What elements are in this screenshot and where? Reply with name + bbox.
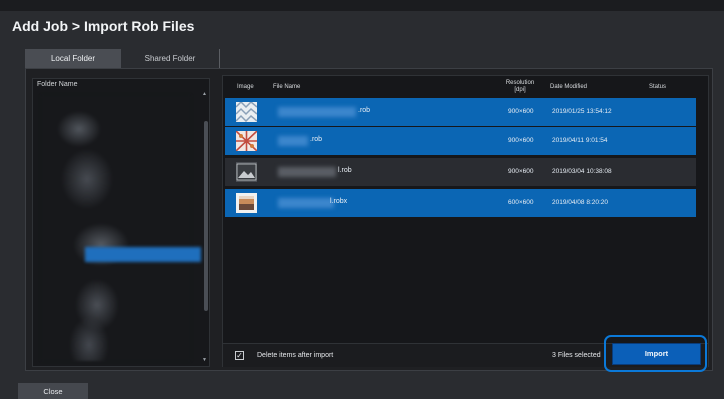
file-date-modified: 2019/01/25 13:54:12 [552, 108, 612, 115]
resolution-header-label: Resolution [505, 80, 535, 86]
file-row[interactable]: .rob 900×600 2019/01/25 13:54:12 [225, 98, 696, 126]
dialog-title: Add Job > Import Rob Files [12, 18, 195, 34]
landscape-thumbnail-icon [236, 162, 257, 182]
file-resolution: 900×600 [508, 137, 534, 144]
column-header-date-modified[interactable]: Date Modified [550, 76, 587, 98]
photo-thumbnail-icon [236, 193, 257, 213]
tab-shared-folder[interactable]: Shared Folder [121, 49, 219, 68]
resolution-header-unit: [dpi] [514, 87, 526, 93]
file-resolution: 900×600 [508, 108, 534, 115]
tab-divider [219, 49, 220, 68]
folder-tree-scrollbar[interactable] [204, 121, 208, 311]
file-name-blurred [278, 107, 356, 117]
file-name-extension: .rob [310, 136, 323, 143]
pattern-thumbnail-icon [236, 131, 257, 151]
scroll-up-arrow-icon[interactable]: ▲ [202, 91, 207, 97]
file-resolution: 600×600 [508, 199, 534, 206]
file-date-modified: 2019/04/08 8:20:20 [552, 199, 609, 206]
file-name-blurred [278, 167, 336, 177]
column-header-image[interactable]: Image [237, 76, 254, 98]
column-header-resolution[interactable]: Resolution [dpi] [506, 76, 534, 98]
column-header-file-name[interactable]: File Name [273, 76, 300, 98]
folder-tree-pane: Folder Name ▲ ▼ [32, 78, 210, 367]
file-row[interactable]: l.robx 600×600 2019/04/08 8:20:20 [225, 189, 696, 217]
file-date-modified: 2019/04/11 9:01:54 [552, 137, 608, 144]
folder-name-header: Folder Name [37, 81, 78, 88]
file-date-modified: 2019/03/04 10:38:08 [552, 168, 612, 175]
file-name-extension: l.robx [330, 198, 348, 205]
file-row[interactable]: .rob 900×600 2019/04/11 9:01:54 [225, 127, 696, 155]
dialog-title-bar: Add Job > Import Rob Files [0, 11, 724, 41]
file-resolution: 900×600 [508, 168, 534, 175]
folder-tree-selected-item[interactable] [85, 247, 201, 262]
tab-local-folder[interactable]: Local Folder [25, 49, 121, 68]
close-button[interactable]: Close [18, 383, 88, 399]
window-top-bar [0, 0, 724, 11]
scroll-down-arrow-icon[interactable]: ▼ [202, 357, 207, 363]
file-row[interactable]: l.rob 900×600 2019/03/04 10:38:08 [225, 158, 696, 186]
file-name-blurred [278, 198, 334, 208]
pattern-thumbnail-icon [236, 102, 257, 122]
column-header-status[interactable]: Status [649, 76, 666, 98]
file-name-extension: .rob [358, 107, 371, 114]
file-name-extension: l.rob [338, 167, 352, 174]
delete-after-import-checkbox[interactable]: ✓ [235, 351, 244, 360]
folder-tree-blurred[interactable] [41, 95, 191, 361]
import-button[interactable]: Import [612, 343, 701, 365]
file-name-blurred [278, 136, 308, 146]
file-list-header: Image File Name Resolution [dpi] Date Mo… [223, 76, 708, 98]
delete-after-import-label: Delete items after import [257, 352, 334, 359]
files-selected-count: 3 Files selected [552, 352, 601, 359]
dialog-footer [0, 378, 724, 399]
file-list-pane: Image File Name Resolution [dpi] Date Mo… [222, 75, 709, 367]
checkmark-icon: ✓ [236, 351, 243, 360]
